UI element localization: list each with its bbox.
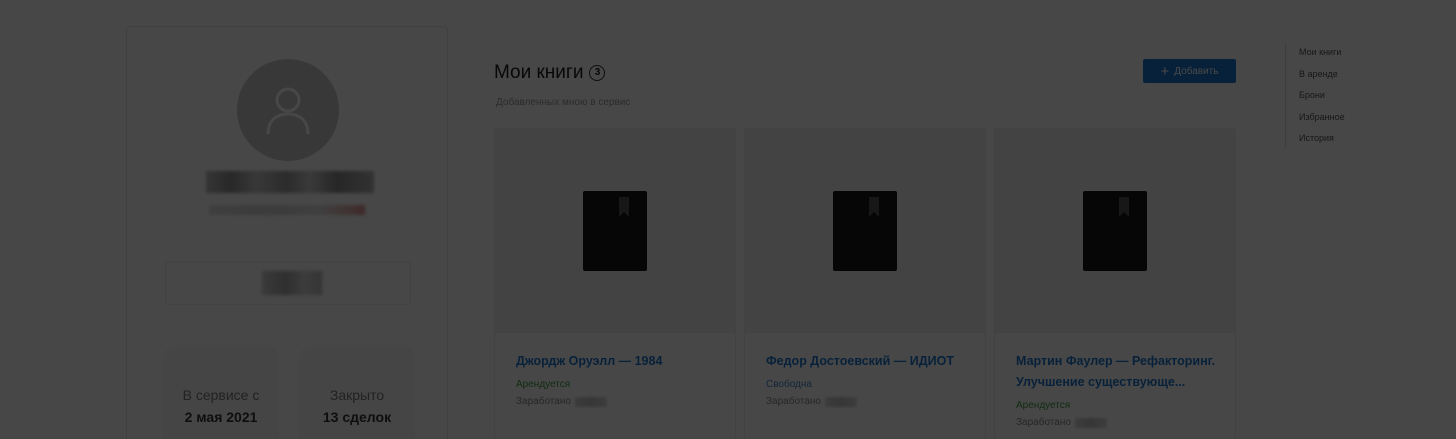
book-status: Свободна xyxy=(766,379,812,390)
contact-redacted xyxy=(262,271,322,295)
stat-value: 2 мая 2021 xyxy=(184,409,258,425)
nav-item-reservations[interactable]: Брони xyxy=(1299,90,1325,100)
book-title[interactable]: Джордж Оруэлл — 1984 xyxy=(516,351,721,372)
profile-contact-box xyxy=(165,261,411,305)
book-cover[interactable] xyxy=(995,129,1235,333)
nav-item-history[interactable]: История xyxy=(1299,133,1334,143)
section-nav: Мои книги В аренде Брони Избранное Истор… xyxy=(1285,44,1395,147)
stat-member-since: В сервисе с 2 мая 2021 xyxy=(163,347,279,439)
book-earned-label: Заработано xyxy=(766,396,821,407)
stat-value: 13 сделок xyxy=(322,409,392,425)
book-icon xyxy=(1083,191,1147,271)
page-subtitle: Добавленных мною в сервис xyxy=(496,97,631,108)
book-title[interactable]: Федор Достоевский — ИДИОТ xyxy=(766,351,971,372)
add-book-button[interactable]: + Добавить xyxy=(1143,59,1236,83)
book-title[interactable]: Мартин Фаулер — Рефакторинг. Улучшение с… xyxy=(1016,351,1221,393)
book-count-badge: 3 xyxy=(589,65,606,81)
book-cover[interactable] xyxy=(745,129,985,333)
user-info-redacted xyxy=(209,205,365,215)
book-icon xyxy=(583,191,647,271)
book-card[interactable]: Джордж Оруэлл — 1984 Арендуется Заработа… xyxy=(494,128,736,439)
book-card[interactable]: Федор Достоевский — ИДИОТ Свободна Зараб… xyxy=(744,128,986,439)
add-book-label: Добавить xyxy=(1174,65,1219,77)
nav-item-rented[interactable]: В аренде xyxy=(1299,69,1338,79)
stat-closed-deals: Закрыто 13 сделок xyxy=(299,347,415,439)
page-title-text: Мои книги xyxy=(494,62,584,83)
earned-amount-redacted xyxy=(824,396,857,407)
profile-card: В сервисе с 2 мая 2021 Закрыто 13 сделок xyxy=(126,26,448,439)
book-status: Арендуется xyxy=(516,379,571,390)
plus-icon: + xyxy=(1160,62,1170,80)
user-name-redacted xyxy=(206,171,374,193)
earned-amount-redacted xyxy=(574,396,607,407)
stat-label: Закрыто xyxy=(329,387,385,403)
book-earned: Заработано xyxy=(516,396,607,407)
book-status: Арендуется xyxy=(1016,400,1071,411)
stat-label: В сервисе с xyxy=(182,387,260,403)
book-cover[interactable] xyxy=(495,129,735,333)
page-title: Мои книги 3 xyxy=(494,62,606,84)
book-earned: Заработано xyxy=(766,396,857,407)
user-icon xyxy=(266,87,310,135)
book-earned-label: Заработано xyxy=(516,396,571,407)
book-earned: Заработано xyxy=(1016,417,1107,428)
nav-item-favorites[interactable]: Избранное xyxy=(1299,112,1345,122)
book-icon xyxy=(833,191,897,271)
book-earned-label: Заработано xyxy=(1016,417,1071,428)
book-card[interactable]: Мартин Фаулер — Рефакторинг. Улучшение с… xyxy=(994,128,1236,439)
nav-item-my-books[interactable]: Мои книги xyxy=(1299,47,1341,57)
avatar[interactable] xyxy=(237,59,339,161)
earned-amount-redacted xyxy=(1074,417,1107,428)
page: В сервисе с 2 мая 2021 Закрыто 13 сделок… xyxy=(0,0,1456,439)
